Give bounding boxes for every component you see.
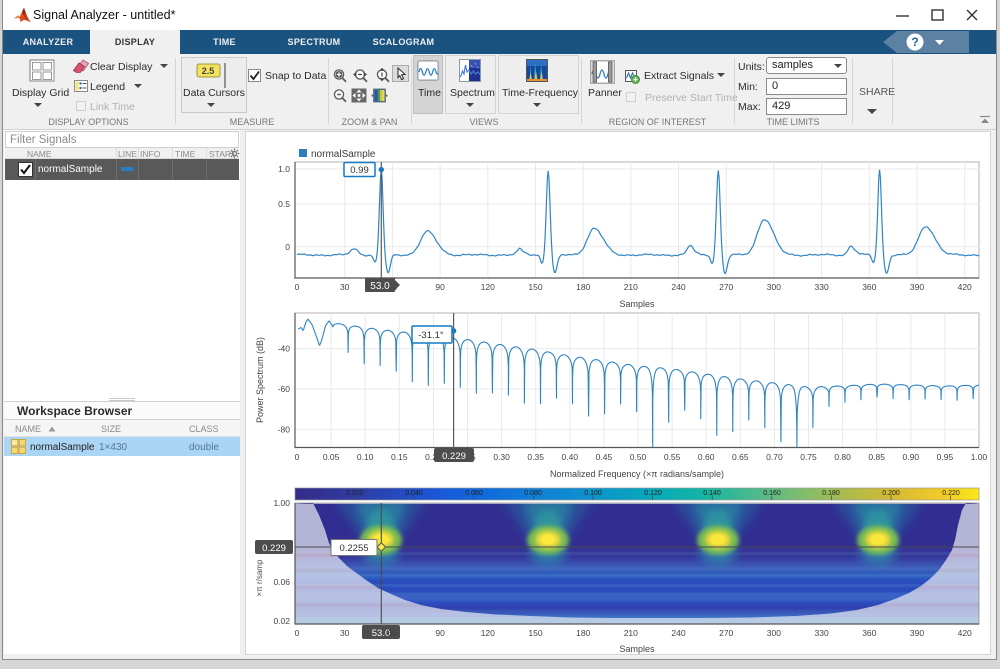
svg-text:300: 300 — [767, 282, 781, 292]
svg-text:300: 300 — [767, 628, 781, 638]
svg-text:0.50: 0.50 — [630, 452, 647, 462]
svg-text:0.080: 0.080 — [524, 490, 542, 497]
svg-text:120: 120 — [481, 282, 495, 292]
svg-text:53.0: 53.0 — [370, 281, 390, 292]
svg-text:0.180: 0.180 — [822, 490, 840, 497]
svg-text:0.02: 0.02 — [273, 616, 290, 626]
svg-text:30: 30 — [340, 628, 350, 638]
svg-text:-40: -40 — [278, 344, 291, 354]
svg-text:270: 270 — [719, 282, 733, 292]
svg-text:0.70: 0.70 — [766, 452, 783, 462]
svg-text:0.15: 0.15 — [391, 452, 408, 462]
svg-text:1.00: 1.00 — [971, 452, 988, 462]
svg-text:0.040: 0.040 — [405, 490, 423, 497]
svg-text:0: 0 — [295, 452, 300, 462]
svg-text:30: 30 — [340, 282, 350, 292]
svg-text:240: 240 — [671, 282, 685, 292]
svg-text:0.60: 0.60 — [698, 452, 715, 462]
svg-text:0.75: 0.75 — [800, 452, 817, 462]
svg-text:390: 390 — [910, 628, 924, 638]
svg-text:0.220: 0.220 — [942, 490, 960, 497]
svg-text:0.020: 0.020 — [346, 490, 364, 497]
svg-text:-80: -80 — [278, 424, 291, 434]
svg-text:Samples: Samples — [619, 644, 655, 654]
svg-text:0.229: 0.229 — [442, 451, 466, 462]
svg-text:0.229: 0.229 — [262, 543, 286, 554]
svg-text:180: 180 — [576, 282, 590, 292]
svg-text:0.140: 0.140 — [703, 490, 721, 497]
svg-text:330: 330 — [815, 282, 829, 292]
svg-text:0.05: 0.05 — [323, 452, 340, 462]
svg-text:0.90: 0.90 — [903, 452, 920, 462]
svg-text:180: 180 — [576, 628, 590, 638]
svg-text:0.160: 0.160 — [763, 490, 781, 497]
svg-text:0.85: 0.85 — [868, 452, 885, 462]
svg-text:360: 360 — [862, 628, 876, 638]
svg-text:210: 210 — [624, 282, 638, 292]
svg-text:150: 150 — [528, 282, 542, 292]
svg-text:90: 90 — [435, 628, 445, 638]
svg-text:60: 60 — [388, 628, 398, 638]
svg-text:0.35: 0.35 — [527, 452, 544, 462]
svg-text:390: 390 — [910, 282, 924, 292]
svg-text:-60: -60 — [278, 384, 291, 394]
svg-text:0.80: 0.80 — [834, 452, 851, 462]
svg-text:0: 0 — [285, 242, 290, 252]
svg-text:420: 420 — [958, 628, 972, 638]
svg-text:0.40: 0.40 — [562, 452, 579, 462]
svg-text:0.100: 0.100 — [584, 490, 602, 497]
svg-text:240: 240 — [671, 628, 685, 638]
svg-text:-31.1°: -31.1° — [418, 330, 444, 341]
svg-text:0.30: 0.30 — [493, 452, 510, 462]
svg-text:120: 120 — [481, 628, 495, 638]
svg-text:0.55: 0.55 — [664, 452, 681, 462]
svg-text:0.95: 0.95 — [937, 452, 954, 462]
svg-text:0.200: 0.200 — [882, 490, 900, 497]
svg-text:360: 360 — [862, 282, 876, 292]
svg-text:210: 210 — [624, 628, 638, 638]
svg-text:0.45: 0.45 — [596, 452, 613, 462]
svg-text:Normalized Frequency (×π radia: Normalized Frequency (×π radians/sample) — [550, 469, 724, 479]
svg-text:0.120: 0.120 — [644, 490, 662, 497]
svg-text:Samples: Samples — [619, 299, 655, 309]
svg-text:330: 330 — [815, 628, 829, 638]
svg-text:0.2255: 0.2255 — [339, 543, 368, 554]
svg-text:×π r/samp: ×π r/samp — [255, 559, 264, 596]
svg-text:1.0: 1.0 — [278, 164, 290, 174]
svg-text:0.65: 0.65 — [732, 452, 749, 462]
svg-text:Power Spectrum (dB): Power Spectrum (dB) — [255, 337, 265, 423]
svg-text:0.060: 0.060 — [465, 490, 483, 497]
svg-text:420: 420 — [958, 282, 972, 292]
svg-text:270: 270 — [719, 628, 733, 638]
svg-text:0.10: 0.10 — [357, 452, 374, 462]
svg-text:150: 150 — [528, 628, 542, 638]
svg-text:0.06: 0.06 — [273, 577, 290, 587]
svg-text:0: 0 — [295, 628, 300, 638]
svg-text:0: 0 — [295, 282, 300, 292]
svg-text:normalSample: normalSample — [311, 149, 376, 160]
svg-text:90: 90 — [435, 282, 445, 292]
svg-text:0.5: 0.5 — [278, 199, 290, 209]
svg-text:0.99: 0.99 — [350, 165, 369, 176]
svg-text:1.00: 1.00 — [273, 498, 290, 508]
